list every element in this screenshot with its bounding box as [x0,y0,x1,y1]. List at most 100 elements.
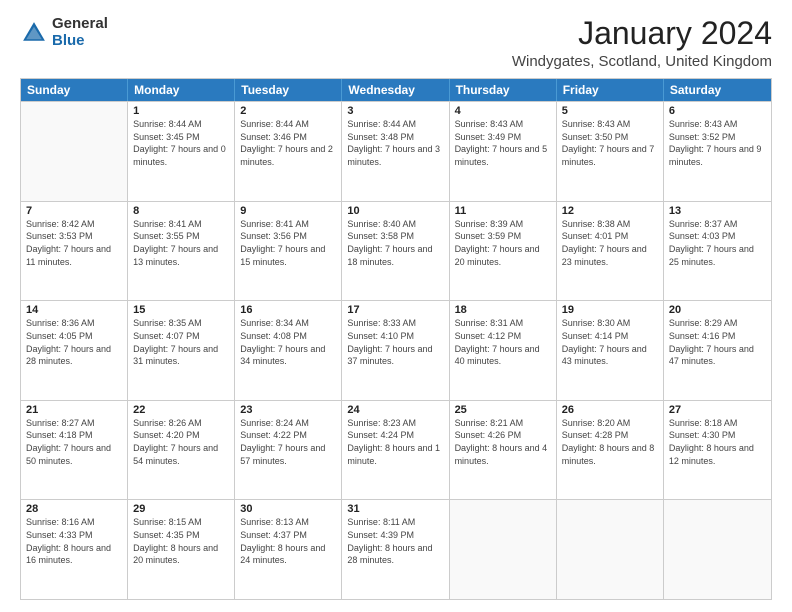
day-info: Sunrise: 8:26 AM Sunset: 4:20 PM Dayligh… [133,417,229,467]
day-info: Sunrise: 8:36 AM Sunset: 4:05 PM Dayligh… [26,317,122,367]
calendar-cell: 24Sunrise: 8:23 AM Sunset: 4:24 PM Dayli… [342,401,449,500]
day-info: Sunrise: 8:29 AM Sunset: 4:16 PM Dayligh… [669,317,766,367]
day-number: 26 [562,404,658,416]
header-day-wednesday: Wednesday [342,79,449,101]
day-number: 23 [240,404,336,416]
day-info: Sunrise: 8:23 AM Sunset: 4:24 PM Dayligh… [347,417,443,467]
calendar-row-3: 14Sunrise: 8:36 AM Sunset: 4:05 PM Dayli… [21,300,771,400]
header-day-friday: Friday [557,79,664,101]
calendar-cell: 23Sunrise: 8:24 AM Sunset: 4:22 PM Dayli… [235,401,342,500]
logo-general-text: General [52,16,108,33]
day-number: 17 [347,304,443,316]
day-number: 13 [669,205,766,217]
calendar-cell: 21Sunrise: 8:27 AM Sunset: 4:18 PM Dayli… [21,401,128,500]
day-number: 6 [669,105,766,117]
calendar-cell: 5Sunrise: 8:43 AM Sunset: 3:50 PM Daylig… [557,102,664,201]
day-number: 31 [347,503,443,515]
day-number: 29 [133,503,229,515]
day-info: Sunrise: 8:21 AM Sunset: 4:26 PM Dayligh… [455,417,551,467]
calendar-cell [21,102,128,201]
calendar-cell: 15Sunrise: 8:35 AM Sunset: 4:07 PM Dayli… [128,301,235,400]
day-number: 3 [347,105,443,117]
calendar-cell: 17Sunrise: 8:33 AM Sunset: 4:10 PM Dayli… [342,301,449,400]
day-info: Sunrise: 8:35 AM Sunset: 4:07 PM Dayligh… [133,317,229,367]
calendar-cell: 2Sunrise: 8:44 AM Sunset: 3:46 PM Daylig… [235,102,342,201]
day-number: 20 [669,304,766,316]
calendar-cell: 11Sunrise: 8:39 AM Sunset: 3:59 PM Dayli… [450,202,557,301]
day-info: Sunrise: 8:33 AM Sunset: 4:10 PM Dayligh… [347,317,443,367]
day-number: 2 [240,105,336,117]
day-info: Sunrise: 8:37 AM Sunset: 4:03 PM Dayligh… [669,218,766,268]
day-info: Sunrise: 8:43 AM Sunset: 3:50 PM Dayligh… [562,118,658,168]
day-number: 11 [455,205,551,217]
calendar-cell: 22Sunrise: 8:26 AM Sunset: 4:20 PM Dayli… [128,401,235,500]
day-number: 14 [26,304,122,316]
calendar-body: 1Sunrise: 8:44 AM Sunset: 3:45 PM Daylig… [21,101,771,599]
calendar-cell: 20Sunrise: 8:29 AM Sunset: 4:16 PM Dayli… [664,301,771,400]
header: General Blue January 2024 Windygates, Sc… [20,16,772,70]
calendar-cell: 1Sunrise: 8:44 AM Sunset: 3:45 PM Daylig… [128,102,235,201]
day-number: 12 [562,205,658,217]
day-number: 27 [669,404,766,416]
day-number: 10 [347,205,443,217]
calendar-cell: 19Sunrise: 8:30 AM Sunset: 4:14 PM Dayli… [557,301,664,400]
day-number: 16 [240,304,336,316]
day-info: Sunrise: 8:44 AM Sunset: 3:48 PM Dayligh… [347,118,443,168]
calendar-cell: 4Sunrise: 8:43 AM Sunset: 3:49 PM Daylig… [450,102,557,201]
day-info: Sunrise: 8:43 AM Sunset: 3:52 PM Dayligh… [669,118,766,168]
day-info: Sunrise: 8:38 AM Sunset: 4:01 PM Dayligh… [562,218,658,268]
day-info: Sunrise: 8:13 AM Sunset: 4:37 PM Dayligh… [240,516,336,566]
calendar-row-2: 7Sunrise: 8:42 AM Sunset: 3:53 PM Daylig… [21,201,771,301]
calendar-cell: 9Sunrise: 8:41 AM Sunset: 3:56 PM Daylig… [235,202,342,301]
calendar-cell: 30Sunrise: 8:13 AM Sunset: 4:37 PM Dayli… [235,500,342,599]
day-number: 4 [455,105,551,117]
day-number: 15 [133,304,229,316]
day-info: Sunrise: 8:31 AM Sunset: 4:12 PM Dayligh… [455,317,551,367]
day-number: 30 [240,503,336,515]
day-info: Sunrise: 8:43 AM Sunset: 3:49 PM Dayligh… [455,118,551,168]
calendar-cell: 28Sunrise: 8:16 AM Sunset: 4:33 PM Dayli… [21,500,128,599]
day-info: Sunrise: 8:44 AM Sunset: 3:45 PM Dayligh… [133,118,229,168]
calendar-cell: 18Sunrise: 8:31 AM Sunset: 4:12 PM Dayli… [450,301,557,400]
calendar-cell: 14Sunrise: 8:36 AM Sunset: 4:05 PM Dayli… [21,301,128,400]
calendar: SundayMondayTuesdayWednesdayThursdayFrid… [20,78,772,600]
calendar-cell: 6Sunrise: 8:43 AM Sunset: 3:52 PM Daylig… [664,102,771,201]
header-day-tuesday: Tuesday [235,79,342,101]
day-number: 28 [26,503,122,515]
calendar-cell: 31Sunrise: 8:11 AM Sunset: 4:39 PM Dayli… [342,500,449,599]
calendar-row-5: 28Sunrise: 8:16 AM Sunset: 4:33 PM Dayli… [21,499,771,599]
calendar-row-1: 1Sunrise: 8:44 AM Sunset: 3:45 PM Daylig… [21,101,771,201]
day-info: Sunrise: 8:27 AM Sunset: 4:18 PM Dayligh… [26,417,122,467]
calendar-row-4: 21Sunrise: 8:27 AM Sunset: 4:18 PM Dayli… [21,400,771,500]
day-number: 8 [133,205,229,217]
day-info: Sunrise: 8:11 AM Sunset: 4:39 PM Dayligh… [347,516,443,566]
calendar-cell: 25Sunrise: 8:21 AM Sunset: 4:26 PM Dayli… [450,401,557,500]
day-number: 1 [133,105,229,117]
day-info: Sunrise: 8:41 AM Sunset: 3:55 PM Dayligh… [133,218,229,268]
logo-blue-text: Blue [52,33,108,50]
logo-icon [20,19,48,47]
day-number: 5 [562,105,658,117]
day-info: Sunrise: 8:15 AM Sunset: 4:35 PM Dayligh… [133,516,229,566]
calendar-cell [557,500,664,599]
day-info: Sunrise: 8:39 AM Sunset: 3:59 PM Dayligh… [455,218,551,268]
logo: General Blue [20,16,108,49]
header-day-thursday: Thursday [450,79,557,101]
calendar-location: Windygates, Scotland, United Kingdom [512,53,772,70]
day-number: 21 [26,404,122,416]
day-number: 9 [240,205,336,217]
day-number: 25 [455,404,551,416]
page: General Blue January 2024 Windygates, Sc… [0,0,792,612]
header-day-monday: Monday [128,79,235,101]
title-block: January 2024 Windygates, Scotland, Unite… [512,16,772,70]
calendar-cell: 27Sunrise: 8:18 AM Sunset: 4:30 PM Dayli… [664,401,771,500]
day-info: Sunrise: 8:34 AM Sunset: 4:08 PM Dayligh… [240,317,336,367]
calendar-cell: 7Sunrise: 8:42 AM Sunset: 3:53 PM Daylig… [21,202,128,301]
calendar-cell: 26Sunrise: 8:20 AM Sunset: 4:28 PM Dayli… [557,401,664,500]
day-info: Sunrise: 8:24 AM Sunset: 4:22 PM Dayligh… [240,417,336,467]
calendar-cell: 29Sunrise: 8:15 AM Sunset: 4:35 PM Dayli… [128,500,235,599]
day-info: Sunrise: 8:18 AM Sunset: 4:30 PM Dayligh… [669,417,766,467]
header-day-sunday: Sunday [21,79,128,101]
calendar-cell: 10Sunrise: 8:40 AM Sunset: 3:58 PM Dayli… [342,202,449,301]
day-info: Sunrise: 8:30 AM Sunset: 4:14 PM Dayligh… [562,317,658,367]
